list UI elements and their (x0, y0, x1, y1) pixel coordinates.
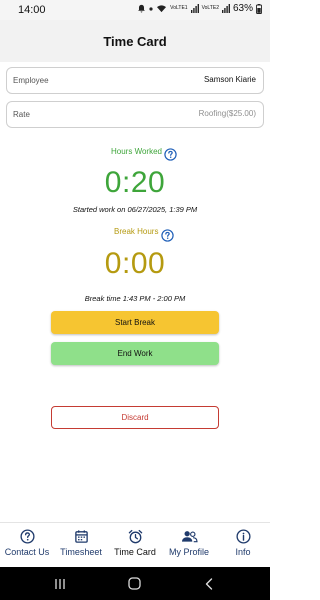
rate-label: Rate (13, 110, 30, 119)
work-start-caption: Started work on 06/27/2025, 1:39 PM (72, 205, 198, 214)
bottom-nav: Contact Us Timesheet Time Card My Profil… (0, 522, 270, 568)
back-icon[interactable] (204, 577, 214, 595)
network-label-1: VoLTE1 (170, 5, 188, 11)
question-circle-icon (0, 529, 54, 544)
nav-item-contact-us[interactable]: Contact Us (0, 529, 54, 557)
home-icon[interactable] (128, 577, 141, 595)
hours-worked-help-icon[interactable] (164, 148, 177, 166)
rate-field[interactable]: Rate Roofing($25.00) (6, 101, 264, 128)
network-label-2: VoLTE2 (201, 5, 219, 11)
notification-icon (137, 4, 146, 13)
alarm-clock-icon (108, 529, 162, 544)
nav-label-time-card: Time Card (114, 547, 156, 557)
calendar-icon (54, 529, 108, 544)
app-header: Time Card (0, 20, 270, 62)
dot-icon (149, 6, 153, 11)
end-work-button[interactable]: End Work (51, 342, 219, 365)
employee-label: Employee (13, 76, 49, 85)
nav-label-timesheet: Timesheet (60, 547, 102, 557)
discard-label: Discard (121, 413, 149, 422)
page-title: Time Card (103, 34, 167, 49)
system-nav-bar (0, 567, 270, 600)
end-work-label: End Work (117, 349, 153, 358)
nav-label-contact-us: Contact Us (4, 547, 50, 557)
start-break-label: Start Break (114, 318, 155, 327)
status-icons: VoLTE1 VoLTE2 63% (137, 3, 262, 14)
rate-value: Roofing($25.00) (198, 109, 256, 118)
recent-apps-icon[interactable] (54, 577, 66, 595)
wifi-icon (156, 4, 167, 13)
hours-worked-label: Hours Worked (111, 147, 162, 156)
start-break-button[interactable]: Start Break (51, 311, 219, 334)
discard-button[interactable]: Discard (51, 406, 219, 429)
hours-worked-time: 0:20 (104, 166, 166, 199)
nav-label-info: Info (235, 547, 251, 557)
nav-item-timesheet[interactable]: Timesheet (54, 529, 108, 557)
info-circle-icon (216, 529, 270, 544)
status-time: 14:00 (18, 4, 46, 16)
nav-item-time-card[interactable]: Time Card (108, 529, 162, 557)
people-icon (162, 529, 216, 544)
employee-field[interactable]: Employee Samson Kiarie (6, 67, 264, 94)
nav-item-my-profile[interactable]: My Profile (162, 529, 216, 557)
break-hours-label: Break Hours (114, 227, 159, 236)
battery-icon (256, 3, 262, 14)
break-hours-time: 0:00 (104, 247, 166, 280)
nav-label-my-profile: My Profile (168, 547, 209, 557)
status-bar: 14:00 VoLTE1 VoLTE2 63% (0, 0, 270, 20)
break-hours-help-icon[interactable] (161, 229, 174, 247)
break-time-caption: Break time 1:43 PM - 2:00 PM (84, 294, 186, 303)
employee-value: Samson Kiarie (203, 75, 256, 84)
nav-item-info[interactable]: Info (216, 529, 270, 557)
signal-icon-1 (190, 4, 199, 13)
signal-icon-2 (221, 4, 230, 13)
battery-percent: 63% (232, 3, 253, 14)
